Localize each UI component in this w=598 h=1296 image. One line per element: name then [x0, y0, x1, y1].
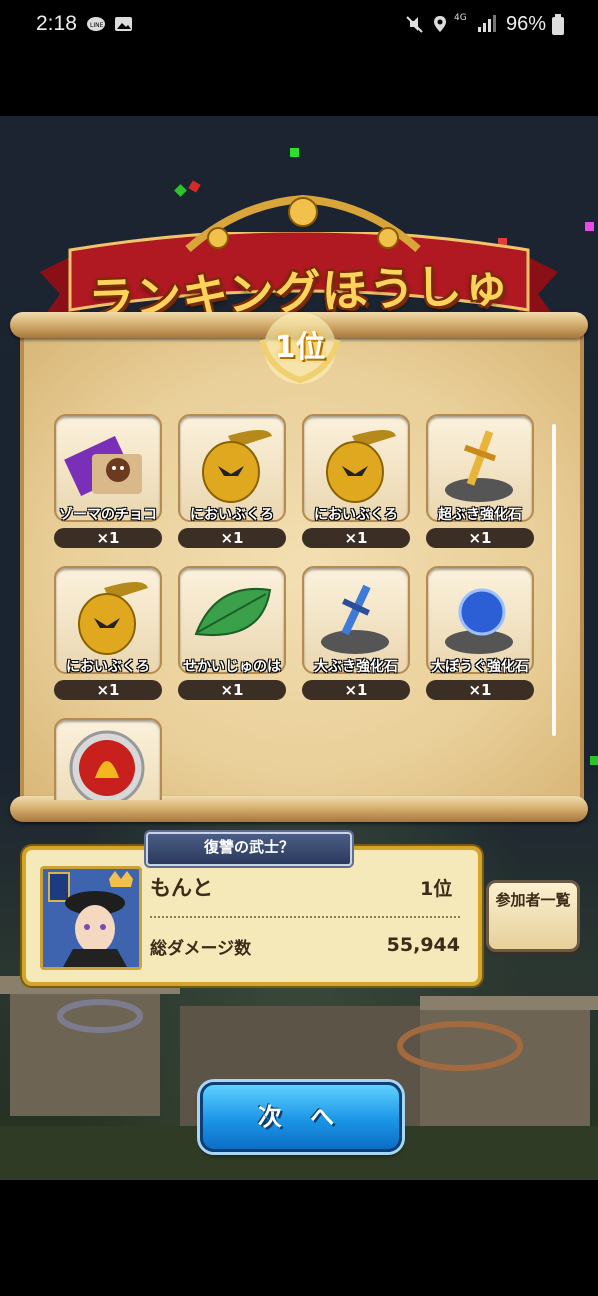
- reward-item[interactable]: においぶくろ ×1: [54, 566, 162, 702]
- location-icon: [430, 14, 450, 34]
- reward-item-name: においぶくろ: [314, 507, 398, 523]
- reward-item-quantity: ×1: [54, 528, 162, 548]
- player-title: 復讐の武士？: [203, 838, 294, 856]
- large-weapon-stone-icon: [321, 584, 389, 654]
- confetti: [290, 148, 299, 157]
- reward-item-quantity: ×1: [54, 680, 162, 700]
- player-rank: 1位: [420, 878, 453, 900]
- scent-pouch-icon: [78, 582, 148, 655]
- reward-scrollbar[interactable]: [552, 424, 556, 736]
- damage-value: 55,944: [386, 934, 460, 956]
- reward-item[interactable]: においぶくろ ×1: [302, 414, 410, 550]
- large-armor-stone-icon: [445, 588, 513, 654]
- reward-item-quantity: ×1: [302, 680, 410, 700]
- signal-icon: [476, 14, 496, 34]
- reward-item[interactable]: [54, 718, 162, 800]
- next-button-label[interactable]: 次 へ: [200, 1097, 402, 1132]
- reward-item-quantity: ×1: [426, 528, 534, 548]
- scent-pouch-icon: [326, 430, 396, 503]
- confetti: [585, 222, 594, 231]
- navigation-bar-area: [0, 1180, 598, 1296]
- super-weapon-stone-icon: [445, 430, 513, 502]
- status-time: 2:18: [36, 12, 77, 35]
- reward-item-quantity: ×1: [178, 528, 286, 548]
- scent-pouch-icon: [202, 430, 272, 503]
- zoma-chocolate-icon: [64, 436, 142, 496]
- line-app-icon: LINE: [86, 14, 106, 34]
- reward-item[interactable]: 大ぼうぐ強化石 ×1: [426, 566, 534, 702]
- reward-item[interactable]: 超ぶき強化石 ×1: [426, 414, 534, 550]
- reward-item-name: においぶくろ: [66, 659, 150, 675]
- rank-badge: 1位: [274, 330, 326, 365]
- confetti: [188, 180, 201, 193]
- reward-item-name: 大ぼうぐ強化石: [431, 659, 529, 675]
- reward-item-name: 大ぶき強化石: [314, 659, 398, 675]
- reward-item-name: においぶくろ: [190, 507, 274, 523]
- reward-item-quantity: ×1: [178, 680, 286, 700]
- emblem-medal-icon: [69, 730, 145, 800]
- player-avatar: [40, 866, 142, 970]
- battery-icon: [551, 14, 571, 35]
- reward-item-name: 超ぶき強化石: [438, 507, 522, 523]
- status-bar: 2:18 LINE 4G 96%: [0, 0, 598, 52]
- reward-item-quantity: ×1: [426, 680, 534, 700]
- mute-icon: [404, 14, 424, 34]
- reward-item[interactable]: においぶくろ ×1: [178, 414, 286, 550]
- reward-item-quantity: ×1: [302, 528, 410, 548]
- battery-percent: 96%: [506, 13, 547, 35]
- svg-text:LINE: LINE: [90, 22, 104, 29]
- network-type-icon: 4G: [454, 13, 467, 23]
- reward-item-name: ゾーマのチョコ: [59, 507, 157, 523]
- reward-item-name: せかいじゅのは: [183, 659, 281, 675]
- row-divider: [150, 916, 460, 918]
- player-name: もんと: [150, 876, 213, 900]
- world-tree-leaf-icon: [194, 588, 272, 636]
- reward-item[interactable]: 大ぶき強化石 ×1: [302, 566, 410, 702]
- reward-item[interactable]: ゾーマのチョコ ×1: [54, 414, 162, 550]
- confetti: [590, 756, 598, 765]
- reward-item[interactable]: せかいじゅのは ×1: [178, 566, 286, 702]
- gallery-icon: [114, 14, 134, 34]
- damage-label: 総ダメージ数: [150, 939, 252, 959]
- crown-ornament: [185, 194, 421, 252]
- participants-list-label[interactable]: 参加者一覧: [486, 890, 580, 911]
